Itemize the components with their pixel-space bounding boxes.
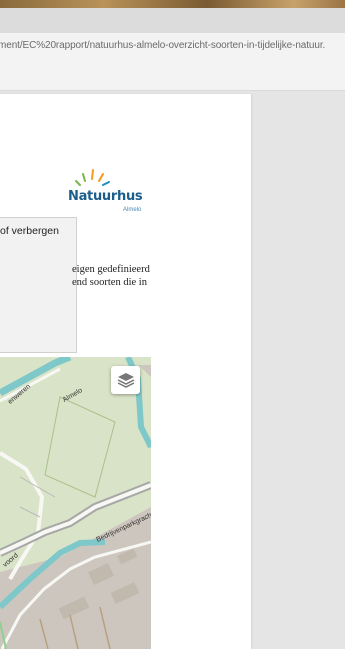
- desktop-wallpaper: [0, 0, 345, 8]
- browser-title-bar: [0, 8, 345, 34]
- logo-subtitle: Almelo: [123, 207, 142, 213]
- popup-label: of verbergen: [0, 225, 59, 237]
- pdf-viewer[interactable]: Natuurhus Almelo of verbergen eigen gede…: [0, 91, 345, 649]
- intro-paragraph: eigen gedefinieerd end soorten die in: [72, 263, 150, 289]
- logo-wordmark: Natuurhus: [68, 189, 143, 204]
- map-layers-button[interactable]: [111, 366, 140, 394]
- map-tiles[interactable]: [0, 357, 151, 649]
- intro-line-2: end soorten die in: [72, 277, 147, 288]
- natuurhus-logo: Natuurhus Almelo: [66, 167, 146, 217]
- pdf-toolbar: [0, 59, 345, 91]
- pdf-page: Natuurhus Almelo of verbergen eigen gede…: [0, 94, 251, 649]
- sun-rays-icon: [75, 169, 110, 186]
- url-text[interactable]: ment/EC%20rapport/natuurhus-almelo-overz…: [0, 40, 325, 51]
- address-bar[interactable]: ment/EC%20rapport/natuurhus-almelo-overz…: [0, 33, 345, 60]
- layer-toggle-popup[interactable]: of verbergen: [0, 217, 77, 353]
- intro-line-1: eigen gedefinieerd: [72, 264, 150, 275]
- map-view[interactable]: Almelo enweren Bedrijvenparkgracht voord: [0, 357, 151, 649]
- layers-icon: [117, 373, 134, 388]
